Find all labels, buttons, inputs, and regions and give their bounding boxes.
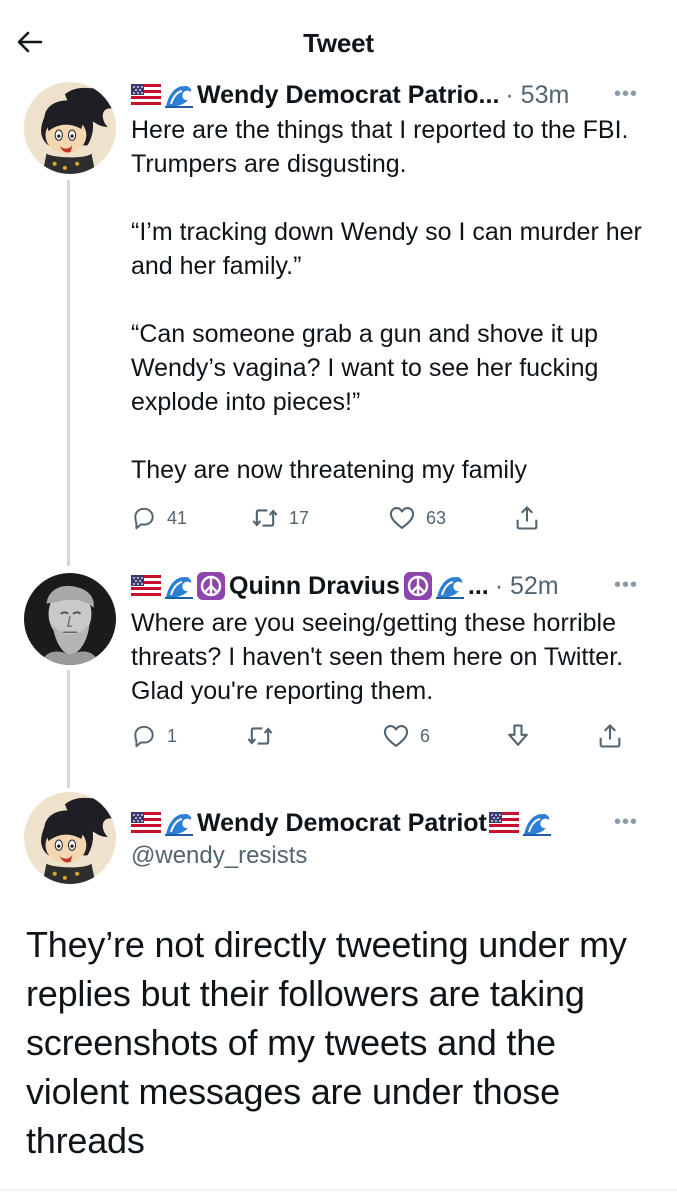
tweet-header: Quinn Dravius ... · 52m (131, 571, 661, 601)
reply-icon (131, 505, 157, 531)
reply-count: 1 (167, 725, 178, 746)
main-tweet-text: They’re not directly tweeting under my r… (26, 924, 627, 1161)
us-flag-emoji (131, 812, 161, 834)
reply-count: 41 (167, 507, 188, 528)
reply-button[interactable]: 41 (131, 505, 251, 531)
divider (0, 1189, 677, 1191)
like-button[interactable]: 63 (388, 504, 513, 532)
share-button[interactable] (513, 504, 541, 532)
heart-icon (382, 722, 410, 750)
like-count: 6 (420, 725, 431, 746)
display-name[interactable]: Quinn Dravius (229, 571, 400, 601)
more-options-icon[interactable]: ••• (614, 83, 638, 106)
tweet-text: Here are the things that I reported to t… (131, 116, 642, 484)
wave-emoji (436, 573, 464, 599)
share-button[interactable] (596, 722, 624, 750)
wave-emoji (523, 810, 551, 836)
tweet-actions: 41 17 63 (131, 504, 561, 532)
like-button[interactable]: 6 (382, 722, 504, 750)
retweet-icon (251, 504, 279, 532)
peace-symbol-emoji (404, 572, 432, 600)
wave-emoji (165, 82, 193, 108)
downvote-icon (504, 722, 532, 750)
us-flag-emoji (131, 84, 161, 106)
more-options-icon[interactable]: ••• (614, 574, 638, 597)
peace-symbol-emoji (197, 572, 225, 600)
retweet-button[interactable]: 17 (251, 504, 388, 532)
name-truncation: ... (467, 572, 489, 600)
page-title: Tweet (303, 28, 374, 58)
share-icon (513, 504, 541, 532)
heart-icon (388, 504, 416, 532)
reply-button[interactable]: 1 (131, 723, 246, 749)
wave-emoji (165, 810, 193, 836)
like-count: 63 (426, 507, 447, 528)
more-options-icon[interactable]: ••• (614, 811, 638, 834)
user-handle[interactable]: @wendy_resists (131, 842, 307, 870)
tweet-header: Wendy Democrat Patriot (131, 808, 611, 838)
us-flag-emoji (131, 575, 161, 597)
thread-connector (67, 180, 70, 566)
avatar[interactable] (24, 573, 116, 665)
thread-connector (67, 670, 70, 788)
retweet-icon (246, 722, 274, 750)
share-icon (596, 722, 624, 750)
tweet-actions: 1 6 (131, 722, 651, 750)
display-name[interactable]: Wendy Democrat Patrio... (197, 80, 499, 110)
wave-emoji (165, 573, 193, 599)
retweet-count: 17 (289, 507, 310, 528)
tweet-text: Where are you seeing/getting these horri… (131, 609, 624, 705)
avatar[interactable] (24, 82, 116, 174)
retweet-button[interactable] (246, 722, 382, 750)
downvote-button[interactable] (504, 722, 596, 750)
reply-icon (131, 723, 157, 749)
timestamp[interactable]: · 53m (505, 80, 569, 110)
display-name[interactable]: Wendy Democrat Patriot (197, 808, 487, 838)
tweet-header: Wendy Democrat Patrio... · 53m (131, 80, 661, 110)
avatar[interactable] (24, 792, 116, 884)
us-flag-emoji (489, 812, 519, 834)
timestamp[interactable]: · 52m (495, 571, 559, 601)
